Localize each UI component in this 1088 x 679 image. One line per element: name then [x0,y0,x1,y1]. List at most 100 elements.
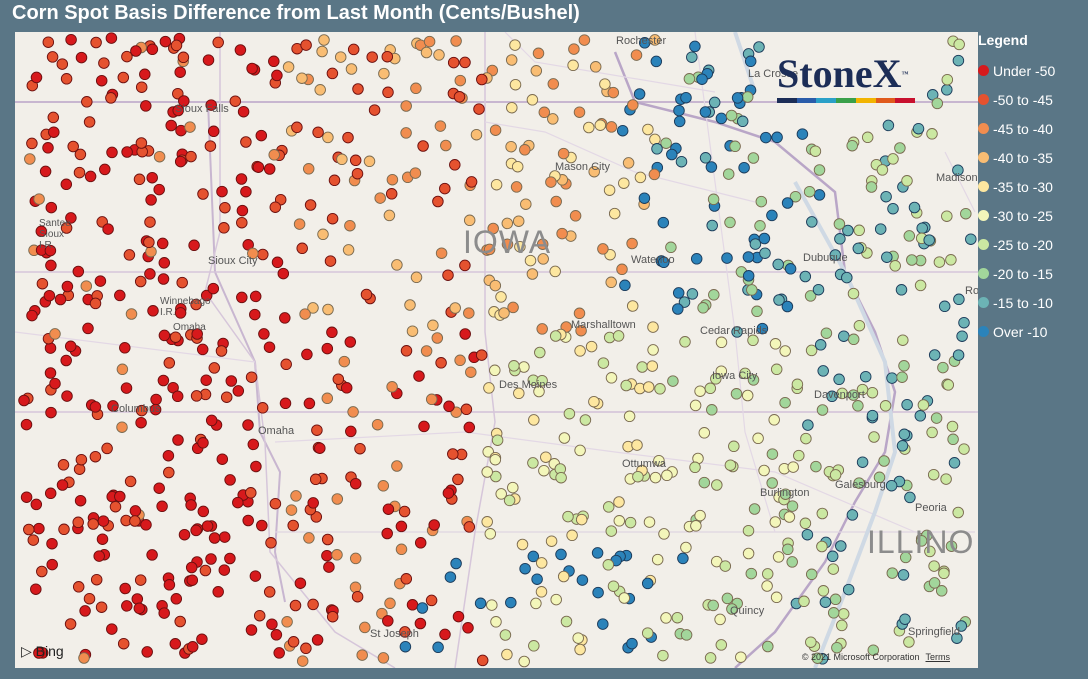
basis-point[interactable] [321,392,334,405]
basis-point[interactable] [755,195,768,208]
basis-point[interactable] [896,371,908,383]
basis-point[interactable] [94,275,107,287]
basis-point[interactable] [80,280,93,292]
basis-point[interactable] [835,540,847,552]
basis-point[interactable] [754,220,766,232]
basis-point[interactable] [904,491,916,504]
basis-point[interactable] [507,301,519,314]
basis-point[interactable] [268,55,280,68]
basis-point[interactable] [453,91,466,103]
basis-point[interactable] [651,143,663,155]
basis-point[interactable] [33,193,45,205]
basis-point[interactable] [459,259,471,272]
basis-point[interactable] [642,381,655,393]
basis-point[interactable] [395,520,408,533]
basis-point[interactable] [83,592,96,605]
basis-point[interactable] [636,361,648,373]
basis-point[interactable] [509,78,522,91]
basis-point[interactable] [751,305,763,318]
basis-point[interactable] [704,652,717,664]
basis-point[interactable] [326,67,339,80]
basis-point[interactable] [271,69,283,82]
basis-point[interactable] [302,163,315,175]
basis-point[interactable] [311,634,324,646]
basis-point[interactable] [881,251,893,263]
basis-point[interactable] [781,197,794,209]
basis-point[interactable] [135,416,147,429]
basis-point[interactable] [46,537,58,550]
basis-point[interactable] [680,629,693,641]
basis-point[interactable] [130,45,142,57]
basis-point[interactable] [273,647,285,659]
basis-point[interactable] [109,500,122,513]
basis-point[interactable] [290,490,302,502]
basis-point[interactable] [826,550,839,563]
basis-point[interactable] [960,207,972,220]
basis-point[interactable] [578,34,591,46]
basis-point[interactable] [134,275,147,288]
basis-point[interactable] [146,549,158,561]
basis-point[interactable] [626,637,638,650]
basis-point[interactable] [169,638,182,650]
basis-point[interactable] [550,195,562,208]
basis-point[interactable] [666,148,678,161]
basis-point[interactable] [680,91,692,104]
basis-point[interactable] [545,176,557,188]
basis-point[interactable] [495,291,507,303]
basis-point[interactable] [279,312,291,324]
basis-point[interactable] [707,599,719,612]
basis-point[interactable] [386,381,398,393]
legend-item[interactable]: -15 to -10 [978,288,1088,317]
basis-point[interactable] [698,476,711,489]
basis-point[interactable] [605,121,618,133]
basis-point[interactable] [481,516,493,528]
basis-point[interactable] [530,597,542,610]
basis-point[interactable] [153,183,165,196]
basis-point[interactable] [714,613,726,626]
basis-point[interactable] [715,639,728,651]
basis-point[interactable] [120,382,133,394]
basis-point[interactable] [170,593,183,605]
basis-point[interactable] [416,602,429,614]
basis-point[interactable] [20,491,33,503]
basis-point[interactable] [555,548,567,561]
basis-point[interactable] [61,280,74,293]
basis-point[interactable] [567,59,579,72]
basis-point[interactable] [352,83,364,95]
basis-point[interactable] [255,129,268,142]
basis-point[interactable] [906,254,918,266]
basis-point[interactable] [102,223,114,235]
basis-point[interactable] [742,251,755,263]
basis-point[interactable] [752,432,764,445]
basis-point[interactable] [952,54,965,67]
basis-point[interactable] [654,383,666,395]
basis-point[interactable] [742,270,755,282]
basis-point[interactable] [704,382,717,395]
basis-point[interactable] [647,321,659,333]
basis-point[interactable] [249,570,262,582]
basis-point[interactable] [886,372,898,384]
basis-point[interactable] [603,184,616,196]
basis-point[interactable] [60,354,72,367]
basis-point[interactable] [61,390,73,402]
basis-point[interactable] [400,345,413,357]
basis-point[interactable] [420,46,433,59]
basis-point[interactable] [338,355,351,368]
basis-point[interactable] [690,253,703,265]
basis-point[interactable] [866,386,879,399]
basis-point[interactable] [454,74,467,87]
basis-point[interactable] [336,153,348,166]
basis-point[interactable] [573,307,586,320]
basis-point[interactable] [489,279,502,292]
basis-point[interactable] [683,73,696,85]
basis-point[interactable] [634,171,647,184]
basis-point[interactable] [342,244,355,256]
basis-point[interactable] [898,360,910,372]
basis-point[interactable] [677,552,689,565]
basis-point[interactable] [506,101,518,114]
basis-point[interactable] [196,343,209,356]
basis-point[interactable] [802,419,814,431]
basis-point[interactable] [706,404,718,416]
basis-point[interactable] [940,473,952,485]
basis-point[interactable] [731,92,744,104]
